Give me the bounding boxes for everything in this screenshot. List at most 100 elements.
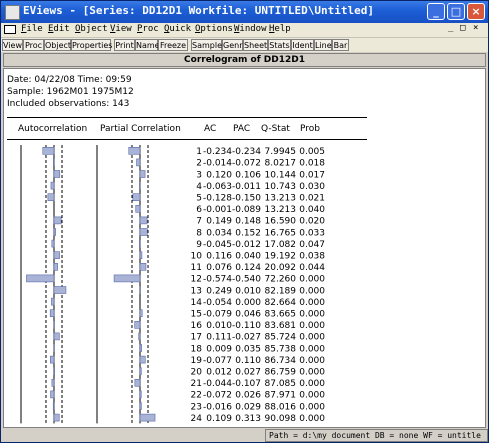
prob-cell: 0.038 <box>299 252 325 262</box>
ac-bar <box>53 228 56 236</box>
prob-cell: 0.000 <box>299 286 325 296</box>
lag-cell: 18 <box>191 344 203 354</box>
ac-bar <box>53 263 58 271</box>
q-stat-cell: 90.098 <box>265 414 297 424</box>
pac-cell: -0.011 <box>232 182 261 192</box>
q-stat-cell: 85.724 <box>265 333 297 343</box>
child-window-icon[interactable] <box>4 25 16 34</box>
q-stat-cell: 86.759 <box>265 368 297 378</box>
q-stat-cell: 87.971 <box>265 391 297 401</box>
ac-bar <box>50 181 55 190</box>
stats-button[interactable]: Stats <box>268 39 291 51</box>
lag-cell: 4 <box>196 182 202 192</box>
prob-cell: 0.018 <box>299 159 325 169</box>
ac-bar <box>50 390 55 399</box>
pac-bar <box>139 170 146 178</box>
lag-cell: 7 <box>196 217 202 227</box>
minimize-button[interactable]: _ <box>427 3 445 20</box>
pac-bar <box>139 413 156 422</box>
sample-button[interactable]: Sample <box>191 39 222 51</box>
menu-bar: File Edit Object View Proc Quick Options… <box>1 23 488 37</box>
pac-bar <box>128 147 141 155</box>
ac-bar <box>53 286 67 294</box>
close-button[interactable]: × <box>467 3 485 20</box>
line-button[interactable]: Line <box>314 39 332 51</box>
correlogram-view: Date: 04/22/08 Time: 09:59 Sample: 1962M… <box>3 68 486 428</box>
ac-cell: 0.034 <box>206 228 232 238</box>
ac-cell: -0.044 <box>203 379 232 389</box>
menu-edit[interactable]: Edit <box>48 24 70 34</box>
pac-bar <box>139 263 147 271</box>
pac-cell: 0.029 <box>235 402 261 412</box>
object-button[interactable]: Object <box>44 39 71 51</box>
prob-cell: 0.033 <box>299 228 325 238</box>
menu-view[interactable]: View <box>110 24 132 34</box>
menu-object[interactable]: Object <box>75 24 108 34</box>
pac-cell: 0.046 <box>235 310 261 320</box>
lag-cell: 11 <box>191 263 202 273</box>
view-button[interactable]: View <box>2 39 23 51</box>
ac-bar <box>50 355 55 364</box>
lag-cell: 16 <box>191 321 203 331</box>
lag-cell: 2 <box>196 159 202 169</box>
prob-cell: 0.030 <box>299 182 325 192</box>
bar-button[interactable]: Bar <box>332 39 349 51</box>
pac-bar <box>132 193 141 202</box>
menu-proc[interactable]: Proc <box>137 24 159 34</box>
col-q-stat: Q-Stat <box>261 124 290 134</box>
title-bar[interactable]: EViews - [Series: DD12D1 Workfile: UNTIT… <box>1 1 488 23</box>
pac-bar <box>136 158 141 167</box>
observations-line: Included observations: 143 <box>7 99 130 109</box>
ac-bar <box>53 216 62 225</box>
mdi-restore-button[interactable]: □ <box>460 23 465 33</box>
mdi-close-button[interactable]: × <box>473 23 478 33</box>
ident-button[interactable]: Ident <box>291 39 314 51</box>
q-stat-cell: 7.9945 <box>265 147 297 157</box>
prob-cell: 0.000 <box>299 368 325 378</box>
menu-quick[interactable]: Quick <box>164 24 191 34</box>
ac-bar <box>51 297 55 306</box>
properties-button[interactable]: Properties <box>71 39 112 51</box>
prob-cell: 0.000 <box>299 310 325 320</box>
lag-cell: 9 <box>196 240 202 250</box>
pac-cell: 0.106 <box>235 170 261 180</box>
maximize-button[interactable]: □ <box>447 3 465 20</box>
ac-cell: -0.063 <box>203 182 232 192</box>
menu-options[interactable]: Options <box>195 24 233 34</box>
q-stat-cell: 72.260 <box>265 275 297 285</box>
prob-cell: 0.000 <box>299 333 325 343</box>
col-autocorrelation: Autocorrelation <box>18 124 88 134</box>
freeze-button[interactable]: Freeze <box>158 39 188 51</box>
pac-cell: -0.107 <box>232 379 261 389</box>
menu-window[interactable]: Window <box>234 24 267 34</box>
prob-cell: 0.000 <box>299 275 325 285</box>
header-bottom-rule <box>7 139 367 140</box>
q-stat-cell: 85.738 <box>265 344 297 354</box>
name-button[interactable]: Name <box>135 39 160 51</box>
genr-button[interactable]: Genr <box>222 39 243 51</box>
pac-cell: -0.072 <box>232 159 261 169</box>
pac-cell: -0.150 <box>232 194 261 204</box>
pac-cell: 0.152 <box>235 228 261 238</box>
prob-cell: 0.020 <box>299 217 325 227</box>
lag-cell: 23 <box>191 402 202 412</box>
pac-bar <box>139 344 142 352</box>
menu-file[interactable]: File <box>21 24 43 34</box>
mdi-minimize-button[interactable]: _ <box>448 23 453 33</box>
prob-cell: 0.000 <box>299 379 325 389</box>
ac-cell: 0.010 <box>206 321 232 331</box>
ac-bar <box>26 274 55 283</box>
lag-cell: 3 <box>196 170 202 180</box>
pac-bar <box>113 274 141 283</box>
ac-cell: 0.249 <box>206 286 232 296</box>
ac-cell: -0.014 <box>203 159 232 169</box>
proc-button[interactable]: Proc <box>23 39 44 51</box>
ac-bar <box>42 147 55 155</box>
ac-cell: -0.001 <box>203 205 232 215</box>
print-button[interactable]: Print <box>114 39 135 51</box>
pac-bar <box>139 251 143 259</box>
q-stat-cell: 20.092 <box>265 263 297 273</box>
ac-cell: 0.111 <box>206 333 232 343</box>
menu-help[interactable]: Help <box>269 24 291 34</box>
sheet-button[interactable]: Sheet <box>243 39 268 51</box>
